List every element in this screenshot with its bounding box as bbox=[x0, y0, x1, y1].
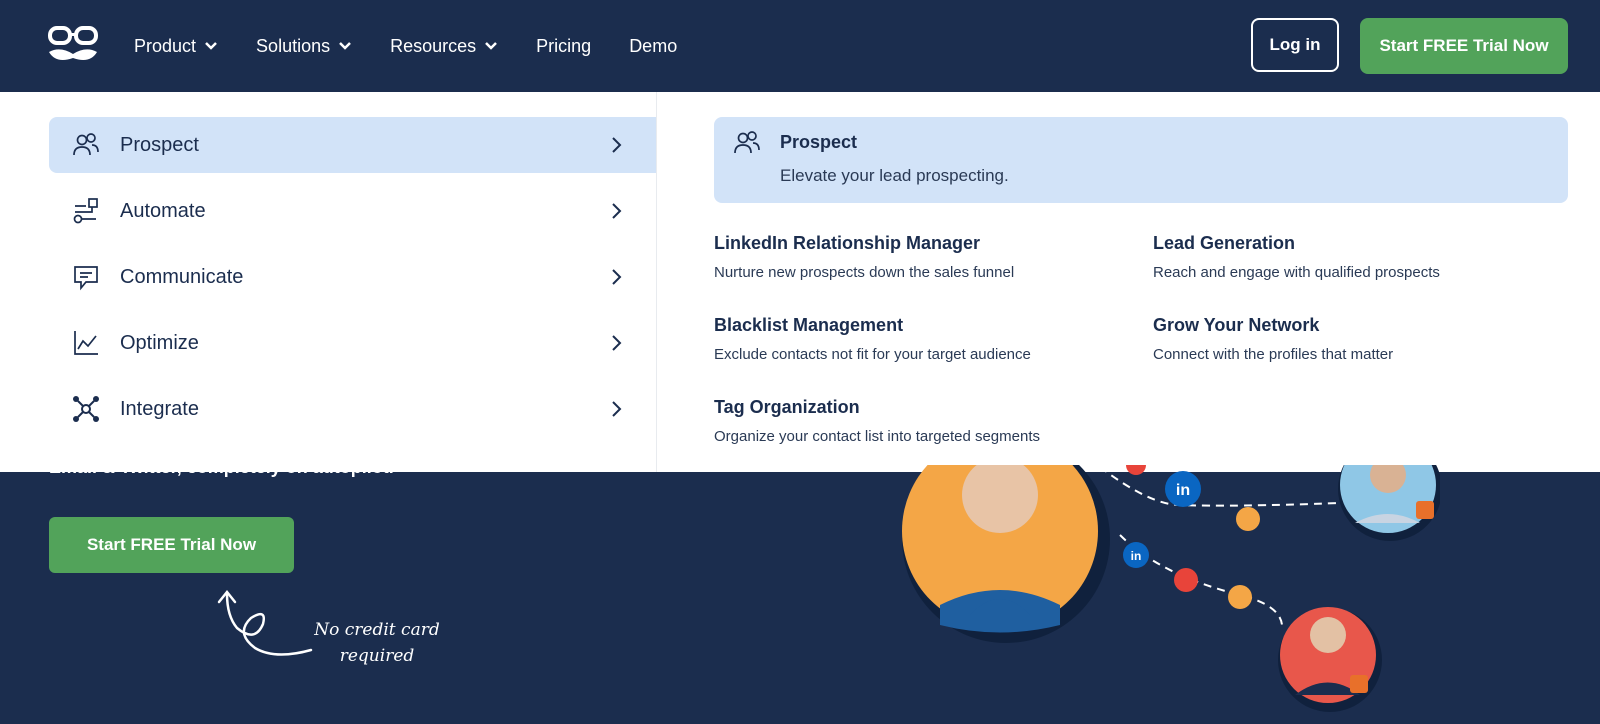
product-mega-menu: Prospect Automate Communicate Optimize I… bbox=[0, 92, 1600, 472]
feature-description: Exclude contacts not fit for your target… bbox=[714, 346, 1031, 363]
curly-arrow-icon bbox=[217, 589, 313, 656]
hero-start-trial-button[interactable]: Start FREE Trial Now bbox=[49, 517, 294, 573]
outreach-illustration: in in bbox=[902, 465, 1440, 712]
start-trial-button[interactable]: Start FREE Trial Now bbox=[1360, 18, 1568, 74]
login-button[interactable]: Log in bbox=[1251, 18, 1339, 72]
feature-title: Tag Organization bbox=[714, 397, 860, 417]
chevron-down-icon bbox=[205, 42, 217, 50]
feature-title: Grow Your Network bbox=[1153, 315, 1320, 335]
svg-text:in: in bbox=[1176, 482, 1190, 499]
category-list: Prospect Automate Communicate Optimize I… bbox=[0, 92, 657, 472]
feature-description: Organize your contact list into targeted… bbox=[714, 428, 1041, 445]
top-navbar: Product Solutions Resources Pricing Demo… bbox=[0, 0, 1600, 92]
chevron-right-icon bbox=[612, 137, 622, 153]
nav-resources[interactable]: Resources bbox=[390, 36, 498, 57]
nav-pricing-label: Pricing bbox=[536, 35, 592, 56]
nav-solutions[interactable]: Solutions bbox=[256, 36, 352, 57]
logo-glasses-mustache-icon[interactable] bbox=[46, 24, 100, 66]
feature-linkedin-relationship-manager[interactable]: LinkedIn Relationship Manager Nurture ne… bbox=[714, 233, 1014, 281]
feature-description: Connect with the profiles that matter bbox=[1153, 346, 1394, 363]
menu-item-communicate[interactable]: Communicate bbox=[49, 249, 656, 305]
menu-item-label: Communicate bbox=[120, 265, 244, 288]
menu-item-automate[interactable]: Automate bbox=[49, 183, 656, 239]
panel-description: Elevate your lead prospecting. bbox=[780, 166, 1009, 185]
users-icon bbox=[734, 131, 760, 154]
nav-product[interactable]: Product bbox=[134, 36, 218, 57]
note-line1: No credit card bbox=[314, 620, 440, 640]
svg-text:in: in bbox=[1131, 549, 1142, 563]
feature-tag-organization[interactable]: Tag Organization Organize your contact l… bbox=[714, 397, 1040, 445]
chevron-right-icon bbox=[612, 401, 622, 417]
feature-description: Nurture new prospects down the sales fun… bbox=[714, 264, 1015, 281]
chevron-right-icon bbox=[612, 203, 622, 219]
chat-icon bbox=[74, 266, 98, 291]
menu-item-optimize[interactable]: Optimize bbox=[49, 315, 656, 371]
menu-item-label: Prospect bbox=[120, 133, 199, 156]
feature-title: LinkedIn Relationship Manager bbox=[714, 233, 981, 253]
no-credit-card-note: No credit card required bbox=[312, 617, 442, 669]
network-icon bbox=[73, 396, 99, 422]
prospect-panel-header[interactable]: Prospect Elevate your lead prospecting. bbox=[714, 117, 1568, 203]
nav-product-label: Product bbox=[134, 35, 197, 56]
chevron-down-icon bbox=[485, 42, 498, 50]
nav-demo[interactable]: Demo bbox=[629, 36, 677, 57]
workflow-icon bbox=[73, 198, 98, 224]
chevron-right-icon bbox=[612, 335, 622, 351]
menu-item-label: Optimize bbox=[120, 331, 199, 354]
panel-title: Prospect bbox=[780, 132, 858, 152]
feature-description: Reach and engage with qualified prospect… bbox=[1153, 264, 1440, 281]
users-icon bbox=[73, 133, 99, 156]
feature-lead-generation[interactable]: Lead Generation Reach and engage with qu… bbox=[1153, 233, 1440, 281]
chevron-down-icon bbox=[339, 42, 351, 50]
menu-item-label: Automate bbox=[120, 199, 206, 222]
nav-solutions-label: Solutions bbox=[256, 35, 331, 56]
nav-pricing[interactable]: Pricing bbox=[536, 36, 591, 57]
feature-title: Lead Generation bbox=[1153, 233, 1296, 253]
feature-grow-your-network[interactable]: Grow Your Network Connect with the profi… bbox=[1153, 315, 1393, 363]
note-line2: required bbox=[339, 646, 415, 666]
nav-demo-label: Demo bbox=[629, 35, 678, 56]
menu-item-prospect[interactable]: Prospect bbox=[49, 117, 656, 173]
feature-blacklist-management[interactable]: Blacklist Management Exclude contacts no… bbox=[714, 315, 1031, 363]
line-chart-icon bbox=[74, 331, 98, 355]
menu-item-integrate[interactable]: Integrate bbox=[49, 381, 656, 437]
nav-resources-label: Resources bbox=[390, 35, 477, 56]
feature-title: Blacklist Management bbox=[714, 315, 904, 335]
chevron-right-icon bbox=[612, 269, 622, 285]
hero-subtitle: Email & Twitter, completely on autopilot… bbox=[49, 457, 394, 477]
menu-item-label: Integrate bbox=[120, 397, 199, 420]
